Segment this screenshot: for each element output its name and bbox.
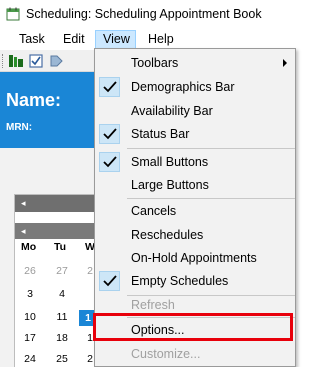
menu-item-label: Cancels (131, 204, 177, 218)
calendar-day[interactable]: 27 (53, 265, 71, 277)
checkmark-icon (99, 77, 120, 97)
menu-item-cancels[interactable]: Cancels (95, 199, 295, 223)
calendar-app-icon (6, 7, 20, 21)
menu-view[interactable]: View (95, 30, 136, 49)
menu-item-on-hold-appointments[interactable]: On-Hold Appointments (95, 246, 295, 270)
title-bar: Scheduling: Scheduling Appointment Book (0, 0, 296, 28)
tag-icon[interactable] (48, 53, 64, 69)
menu-bar: Task Edit View Help (0, 28, 296, 50)
calendar-day[interactable]: 3 (21, 288, 39, 300)
menu-item-small-buttons[interactable]: Small Buttons (95, 150, 295, 174)
menu-item-availability-bar[interactable]: Availability Bar (95, 99, 295, 123)
menu-item-large-buttons[interactable]: Large Buttons (95, 173, 295, 197)
menu-item-label: Demographics Bar (131, 80, 235, 94)
menu-item-status-bar[interactable]: Status Bar (95, 122, 295, 146)
checkmark-icon (99, 152, 120, 172)
weekday-header: Tu (54, 241, 67, 253)
options-highlight-box (93, 313, 293, 341)
menu-separator (127, 148, 295, 149)
calendar-day[interactable]: 10 (21, 311, 39, 323)
schedule-grid-icon[interactable] (8, 53, 24, 69)
prev-year-icon[interactable]: ◂ (21, 198, 26, 208)
menu-item-label: Availability Bar (131, 104, 213, 118)
calendar-day[interactable]: 17 (21, 332, 39, 344)
calendar-day[interactable]: 25 (53, 353, 71, 365)
menu-item-demographics-bar[interactable]: Demographics Bar (95, 75, 295, 99)
menu-item-label: Status Bar (131, 127, 190, 141)
menu-item-label: Large Buttons (131, 178, 209, 192)
menu-item-label: Toolbars (131, 56, 179, 70)
checkmark-icon (99, 271, 120, 291)
calendar-day[interactable]: 18 (53, 332, 71, 344)
menu-item-label: Customize... (131, 347, 201, 361)
menu-item-label: Reschedules (131, 228, 204, 242)
menu-item-toolbars[interactable]: Toolbars (95, 51, 295, 75)
calendar-day[interactable]: 26 (21, 265, 39, 277)
checkbox-tool-icon[interactable] (28, 53, 44, 69)
patient-mrn-label: MRN: (6, 122, 33, 133)
calendar-day[interactable]: 24 (21, 353, 39, 365)
menu-item-label: Empty Schedules (131, 274, 229, 288)
weekday-header: Mo (21, 241, 37, 253)
prev-month-icon[interactable]: ◂ (21, 226, 26, 236)
menu-help[interactable]: Help (141, 30, 181, 49)
menu-task[interactable]: Task (12, 30, 52, 49)
toolbar-grip[interactable] (2, 54, 5, 68)
menu-item-label: On-Hold Appointments (131, 251, 257, 265)
calendar-day[interactable]: 11 (53, 311, 71, 323)
checkmark-icon (99, 124, 120, 144)
window-title: Scheduling: Scheduling Appointment Book (26, 7, 262, 21)
menu-item-customize: Customize... (95, 342, 295, 366)
patient-name-label: Name: (6, 90, 62, 110)
calendar-day[interactable]: 4 (53, 288, 71, 300)
submenu-arrow-icon (283, 59, 287, 67)
menu-edit[interactable]: Edit (56, 30, 92, 49)
menu-item-reschedules[interactable]: Reschedules (95, 223, 295, 247)
menu-item-label: Small Buttons (131, 155, 209, 169)
menu-item-label: Refresh (131, 298, 175, 312)
menu-item-empty-schedules[interactable]: Empty Schedules (95, 269, 295, 293)
